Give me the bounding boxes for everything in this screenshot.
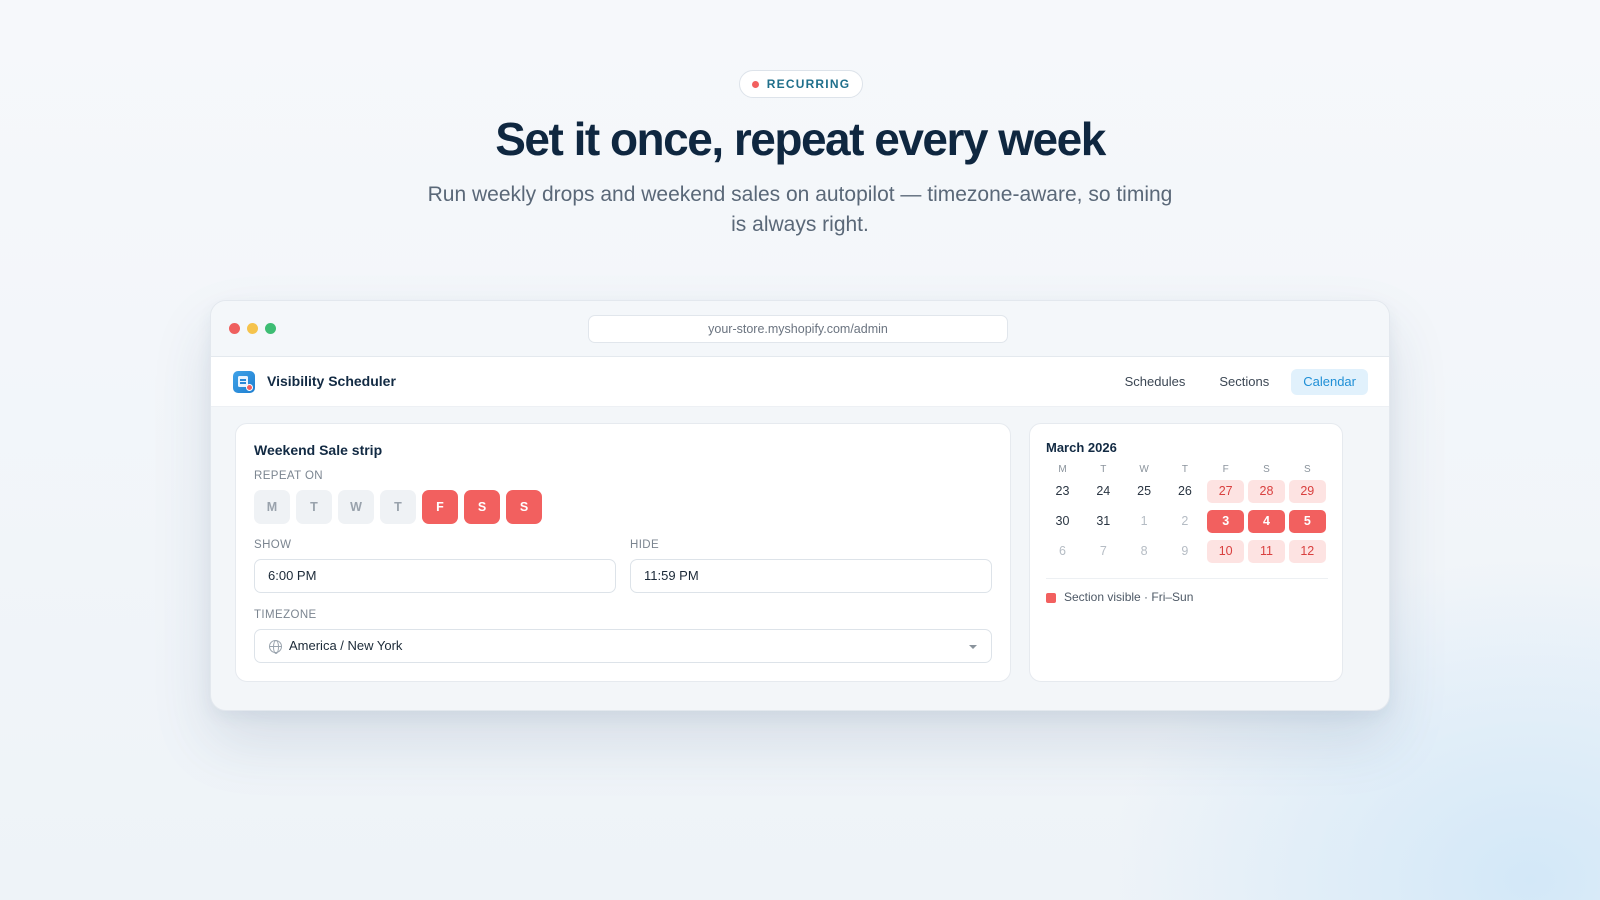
browser-titlebar: your-store.myshopify.com/admin bbox=[211, 301, 1389, 357]
weekday-header: T bbox=[1100, 464, 1107, 475]
browser-window: your-store.myshopify.com/admin Visibilit… bbox=[210, 300, 1390, 711]
calendar-day[interactable]: 11 bbox=[1248, 540, 1285, 563]
calendar-day[interactable]: 24 bbox=[1085, 480, 1122, 503]
show-time-input[interactable]: 6:00 PM bbox=[254, 559, 616, 593]
calendar-card: March 2026 Section visible · Fri–Sun M T W… bbox=[1029, 423, 1343, 682]
calendar-day[interactable]: 31 bbox=[1085, 510, 1122, 533]
calendar-day[interactable]: 26 bbox=[1166, 480, 1203, 503]
calendar-day[interactable]: 8 bbox=[1126, 540, 1163, 563]
weekday-header: M bbox=[1058, 464, 1067, 475]
calendar-day[interactable]: 1 bbox=[1126, 510, 1163, 533]
window-controls bbox=[229, 323, 276, 334]
close-window-icon[interactable] bbox=[229, 323, 240, 334]
calendar-day[interactable]: 5 bbox=[1288, 510, 1326, 533]
day-selector: M T W T F S S bbox=[254, 490, 542, 524]
status-dot-icon bbox=[751, 80, 759, 88]
chevron-down-icon bbox=[969, 645, 977, 649]
divider bbox=[1046, 578, 1328, 579]
day-toggle-fri[interactable]: F bbox=[422, 490, 458, 524]
weekday-header: S bbox=[1263, 464, 1270, 475]
day-toggle-sun[interactable]: S bbox=[506, 490, 542, 524]
maximize-window-icon[interactable] bbox=[265, 323, 276, 334]
minimize-window-icon[interactable] bbox=[247, 323, 258, 334]
tab-calendar[interactable]: Calendar bbox=[1291, 369, 1368, 395]
app-tabs: Schedules Sections Calendar bbox=[1113, 369, 1368, 395]
day-toggle-mon[interactable]: M bbox=[254, 490, 290, 524]
page-headline: Set it once, repeat every week bbox=[495, 113, 1106, 165]
calendar-day[interactable]: 10 bbox=[1207, 540, 1245, 563]
calendar-legend: Section visible · Fri–Sun bbox=[1064, 590, 1194, 604]
timezone-label: TIMEZONE bbox=[254, 609, 317, 621]
weekday-header: W bbox=[1139, 464, 1149, 475]
tab-sections[interactable]: Sections bbox=[1207, 369, 1281, 395]
hide-time-input[interactable]: 11:59 PM bbox=[630, 559, 992, 593]
legend-swatch bbox=[1046, 593, 1056, 603]
calendar-day[interactable]: 4 bbox=[1248, 510, 1285, 533]
page-subtitle: Run weekly drops and weekend sales on au… bbox=[427, 183, 1173, 236]
calendar-day[interactable]: 23 bbox=[1044, 480, 1081, 503]
schedule-title: Weekend Sale strip bbox=[254, 442, 383, 458]
weekday-header: F bbox=[1222, 464, 1229, 475]
address-bar[interactable]: your-store.myshopify.com/admin bbox=[588, 315, 1008, 343]
app-name: Visibility Scheduler bbox=[267, 373, 396, 389]
day-toggle-wed[interactable]: W bbox=[338, 490, 374, 524]
timezone-select[interactable]: America / New York bbox=[254, 629, 992, 663]
calendar-month: March 2026 bbox=[1046, 440, 1117, 455]
repeat-on-label: REPEAT ON bbox=[254, 470, 323, 482]
calendar-day[interactable]: 30 bbox=[1044, 510, 1081, 533]
calendar-day[interactable]: 25 bbox=[1126, 480, 1163, 503]
app-logo-icon bbox=[233, 371, 255, 393]
calendar-day[interactable]: 6 bbox=[1044, 540, 1081, 563]
day-toggle-sat[interactable]: S bbox=[464, 490, 500, 524]
weekday-header: S bbox=[1303, 464, 1311, 475]
calendar-day[interactable]: 7 bbox=[1085, 540, 1122, 563]
calendar-day[interactable]: 29 bbox=[1288, 480, 1326, 503]
day-toggle-tue[interactable]: T bbox=[296, 490, 332, 524]
globe-icon bbox=[269, 640, 282, 654]
day-toggle-thu[interactable]: T bbox=[380, 490, 416, 524]
tab-schedules[interactable]: Schedules bbox=[1113, 369, 1198, 395]
calendar-day[interactable]: 9 bbox=[1166, 540, 1203, 563]
calendar-day[interactable]: 12 bbox=[1288, 540, 1326, 563]
app-header: Visibility Scheduler Schedules Sections … bbox=[211, 357, 1389, 407]
hide-label: HIDE bbox=[630, 539, 660, 551]
show-label: SHOW bbox=[254, 539, 292, 551]
calendar-day[interactable]: 27 bbox=[1207, 480, 1245, 503]
calendar-day[interactable]: 28 bbox=[1248, 480, 1285, 503]
timezone-value: America / New York bbox=[289, 638, 403, 653]
recurring-badge: RECURRING bbox=[739, 70, 863, 98]
calendar-day[interactable]: 3 bbox=[1207, 510, 1245, 533]
badge-label: RECURRING bbox=[766, 77, 851, 91]
schedule-card: Weekend Sale strip REPEAT ON M T W T F S… bbox=[235, 423, 1011, 682]
weekday-header: T bbox=[1181, 464, 1188, 475]
calendar-day[interactable]: 2 bbox=[1166, 510, 1203, 533]
